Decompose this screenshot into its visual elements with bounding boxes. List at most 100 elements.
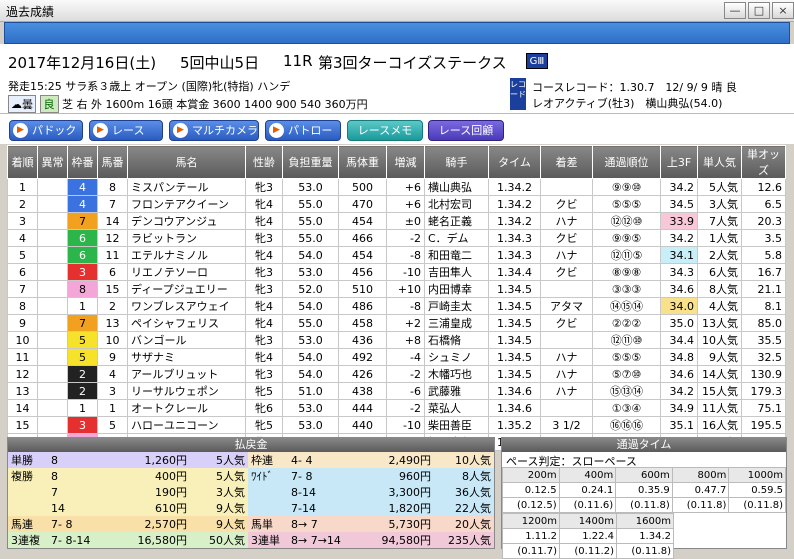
passing-cell: (0.11.8)	[616, 543, 674, 559]
cell-jockey: 菜弘人	[424, 399, 489, 417]
minimize-button[interactable]: —	[724, 2, 746, 19]
column-header[interactable]: 着差	[540, 145, 593, 179]
cell-pass: ⑫⑫⑩	[592, 212, 661, 230]
cell-wt: 51.0	[282, 382, 339, 400]
cell-name: ミスパンテール	[127, 178, 246, 196]
passing-cell: (0.12.5)	[502, 497, 560, 513]
payout-popularity: 20人気	[455, 518, 491, 531]
column-header[interactable]: 着順	[7, 145, 38, 179]
cell-l3: 34.1	[660, 246, 698, 264]
race-name: 第3回ターコイズステークス	[318, 54, 507, 72]
passing-cell: 0.59.5	[728, 482, 786, 498]
column-header[interactable]: 枠番	[67, 145, 98, 179]
video-toolbar: ▶ パドック ▶ レース ▶ マルチカメラ ▶パトロール レースメモ レース回顧	[0, 114, 794, 156]
column-header[interactable]: 単人気	[697, 145, 742, 179]
play-icon: ▶	[173, 123, 188, 138]
payout-popularity: 5人気	[216, 454, 245, 467]
column-header[interactable]: 馬番	[97, 145, 128, 179]
cell-frame: 2	[67, 382, 98, 400]
result-row[interactable]: 9 7 13 ペイシャフェリス 牝4 55.0 458 +2 三浦皇成 1.34.5 クビ ②②② 35…	[7, 314, 786, 332]
result-row[interactable]: 11 5 9 サザナミ 牝4 54.0 492 -4 シュミノ 1.34.5 ハナ ⑤⑤⑤ 34.8 9人…	[7, 348, 786, 366]
cell-bw: 426	[338, 365, 387, 383]
result-row[interactable]: 14 1 1 オートクレール 牝6 53.0 444 -2 菜弘人 1.34.6 ①③④ 34.9 11…	[7, 399, 786, 417]
close-button[interactable]: ×	[772, 2, 794, 19]
cell-l3: 34.4	[660, 331, 698, 349]
result-row[interactable]: 4 6 12 ラビットラン 牝3 55.0 466 -2 C．デム 1.34.3 クビ ⑨⑨⑤ 34.2…	[7, 229, 786, 247]
race-memo-button[interactable]: レースメモ	[347, 120, 423, 141]
payout-popularity: 36人気	[455, 486, 491, 499]
cell-bw: 454	[338, 212, 387, 230]
result-row[interactable]: 8 1 2 ワンブレスアウェイ 牝4 54.0 486 -8 戸崎圭太 1.34.5 アタマ ⑭⑮⑭ 3…	[7, 297, 786, 315]
passing-cell: 600m	[615, 467, 673, 483]
cell-time: 1.34.6	[488, 382, 541, 400]
result-row[interactable]: 13 2 3 リーサルウェポン 牝5 51.0 438 -6 武藤雅 1.34.6 ハナ ⑮⑬⑭ 34.…	[7, 382, 786, 400]
cell-pos: 6	[7, 263, 38, 281]
cell-l3: 33.9	[660, 212, 698, 230]
cell-name: ラビットラン	[127, 229, 246, 247]
cell-l3: 34.6	[660, 365, 698, 383]
passing-cell: (0.11.8)	[728, 497, 786, 513]
column-header[interactable]: 通過順位	[592, 145, 661, 179]
payout-amount: 960円	[399, 470, 431, 483]
course-line: ☁曇 良 芝 右 外 1600m 16頭 本賞金 3600 1400 900 5…	[8, 95, 368, 113]
race-open: オープン	[134, 80, 179, 93]
multicam-button[interactable]: ▶ マルチカメラ	[169, 120, 259, 141]
column-header[interactable]: 馬名	[127, 145, 246, 179]
column-header[interactable]: タイム	[488, 145, 541, 179]
payout-amount: 94,580円	[381, 534, 432, 547]
going-badge: 良	[39, 95, 59, 113]
cell-diff: -4	[386, 348, 425, 366]
result-row[interactable]: 12 2 4 アールブリュット 牝3 54.0 426 -2 木幡巧也 1.34.5 ハナ ⑤⑦⑩ 34…	[7, 365, 786, 383]
payout-combo: 14	[51, 501, 65, 515]
column-header[interactable]: 負担重量	[282, 145, 339, 179]
column-header[interactable]: 上3F	[660, 145, 698, 179]
cell-bw: 486	[338, 297, 387, 315]
maximize-button[interactable]: □	[748, 2, 770, 19]
cell-diff: +8	[386, 331, 425, 349]
cell-bw: 500	[338, 178, 387, 196]
column-header[interactable]: 馬体重	[338, 145, 387, 179]
result-row[interactable]: 2 4 7 フロンテアクイーン 牝4 55.0 470 +6 北村宏司 1.34.2 クビ ⑤⑤⑤ 34…	[7, 195, 786, 213]
patrol-button[interactable]: ▶パトロール	[265, 120, 341, 156]
cell-margin: 3 1/2	[540, 416, 593, 434]
race-video-button[interactable]: ▶ レース	[89, 120, 163, 141]
paddock-button[interactable]: ▶ パドック	[9, 120, 83, 141]
payout-amount: 2,490円	[388, 454, 432, 467]
cell-bw: 440	[338, 416, 387, 434]
passing-cell: (0.11.7)	[502, 543, 560, 559]
cell-pos: 1	[7, 178, 38, 196]
column-header[interactable]: 異常	[37, 145, 68, 179]
result-row[interactable]: 6 3 6 リエノテソーロ 牝3 53.0 456 -10 吉田隼人 1.34.4 クビ ⑧⑨⑧ 34.…	[7, 263, 786, 281]
cell-pos: 10	[7, 331, 38, 349]
cell-pos: 9	[7, 314, 38, 332]
cell-margin	[540, 399, 593, 417]
payout-combo: 8-14	[291, 485, 316, 499]
column-header[interactable]: 性齢	[245, 145, 283, 179]
result-row[interactable]: 7 8 15 ディープジュエリー 牝3 52.0 510 +10 内田博幸 1.34.5 ③③③ 34…	[7, 280, 786, 298]
passing-cell: 800m	[671, 467, 730, 483]
column-header[interactable]: 騎手	[424, 145, 489, 179]
column-header[interactable]: 増減	[386, 145, 425, 179]
payout-left: 単勝 8 1,260円 5人気 複勝 8 400円 5人気 7 190円 3人気 14 610円 9人気馬…	[8, 452, 248, 548]
cell-name: オートクレール	[127, 399, 246, 417]
result-row[interactable]: 3 7 14 デンコウアンジュ 牝4 55.0 454 ±0 蛯名正義 1.34.2 ハナ ⑫⑫⑩ 33…	[7, 212, 786, 230]
cell-pass: ⑧⑨⑧	[592, 263, 661, 281]
cell-num: 15	[97, 280, 128, 298]
cell-pos: 3	[7, 212, 38, 230]
payout-row: ﾜｲﾄﾞ 7- 8 960円 8人気	[248, 468, 494, 484]
cell-pop: 2人気	[697, 246, 742, 264]
race-review-button[interactable]: レース回顧	[428, 120, 504, 141]
cell-jockey: 北村宏司	[424, 195, 489, 213]
result-row[interactable]: 10 5 10 バンゴール 牝3 53.0 436 +8 石橋脩 1.34.5 ⑫⑪⑩ 34.4 10人…	[7, 331, 786, 349]
result-row[interactable]: 15 3 5 ハローユニコーン 牝5 53.0 440 -10 柴田善臣 1.35.2 3 1/2 ⑯…	[7, 416, 786, 434]
column-header[interactable]: 単オッズ	[741, 145, 786, 179]
cell-wt: 52.0	[282, 280, 339, 298]
race-meeting: 5回中山5日	[180, 54, 260, 72]
payout-amount: 16,580円	[137, 534, 188, 547]
cell-frame: 6	[67, 229, 98, 247]
cell-num: 12	[97, 229, 128, 247]
payout-combo: 8→ 7	[291, 517, 318, 531]
cell-l3: 34.2	[660, 229, 698, 247]
result-row[interactable]: 5 6 11 エテルナミノル 牝4 54.0 454 -8 和田竜二 1.34.3 ハナ ⑫⑪⑤ 34.…	[7, 246, 786, 264]
result-row[interactable]: 1 4 8 ミスパンテール 牝3 53.0 500 +6 横山典弘 1.34.2 ⑨⑨⑩ 34.2 5人…	[7, 178, 786, 196]
